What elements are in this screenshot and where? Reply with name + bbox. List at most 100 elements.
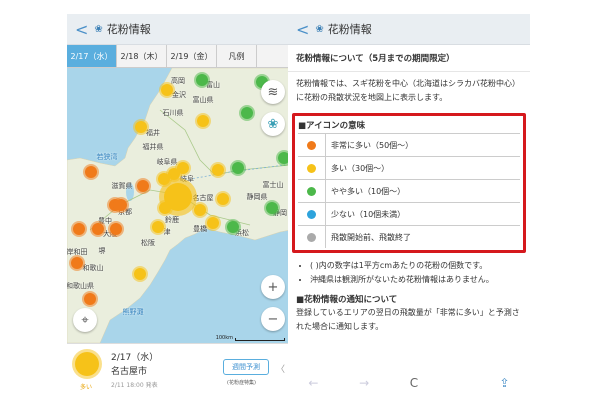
- map-label: 福井: [146, 129, 160, 137]
- legend-row: 非常に多い（50個〜）: [298, 133, 520, 156]
- notify-text: 登録しているエリアの翌日の飛散量が「非常に多い」と予測された場合に通知します。: [296, 308, 520, 331]
- info-date: 2/17（水）: [111, 353, 159, 363]
- pollen-marker[interactable]: [196, 74, 208, 86]
- pollen-marker[interactable]: [134, 268, 146, 280]
- browser-nav: ← → C ⇪: [288, 376, 530, 390]
- legend-icon-cell: [298, 180, 326, 202]
- pollen-level-icon: [307, 232, 316, 242]
- back-arrow-icon[interactable]: ←: [308, 376, 318, 390]
- side-panel-toggle[interactable]: 〈: [276, 362, 285, 375]
- notes-list: ( )内の数字は1平方cmあたりの花粉の個数です。 沖縄県は観測所がないため花粉…: [288, 253, 530, 287]
- map-scale: 100km: [216, 335, 285, 341]
- pollen-marker[interactable]: [137, 180, 149, 192]
- pollen-logo-icon: ❀: [94, 23, 103, 35]
- pollen-marker[interactable]: [161, 84, 173, 96]
- pollen-level-icon: [307, 163, 316, 173]
- pollen-marker[interactable]: [241, 107, 253, 119]
- header: < ❀ 花粉情報: [288, 14, 530, 45]
- pollen-marker[interactable]: [135, 121, 147, 133]
- pollen-marker[interactable]: [158, 173, 170, 185]
- pollen-marker[interactable]: [217, 193, 229, 205]
- forward-arrow-icon[interactable]: →: [359, 376, 369, 390]
- reload-icon[interactable]: C: [410, 376, 418, 390]
- map-label: 福井県: [142, 143, 164, 151]
- header: < ❀ 花粉情報: [67, 14, 289, 45]
- map-label: 津: [163, 228, 171, 236]
- notify-heading: ■花粉情報の通知について: [296, 295, 398, 305]
- pollen-level: 多い: [80, 384, 93, 391]
- tab-2-19[interactable]: 2/19（金）: [167, 45, 217, 67]
- map-label: 岐阜県: [156, 158, 178, 166]
- zoom-in-button[interactable]: +: [261, 275, 285, 299]
- share-icon[interactable]: ⇪: [500, 376, 510, 390]
- legend-row: 多い（30個〜）: [298, 156, 520, 179]
- map-label: 岸和田: [67, 248, 88, 256]
- pollen-marker[interactable]: [207, 217, 219, 229]
- icon-legend: ■アイコンの意味 非常に多い（50個〜） 多い（30個〜） やや多い（10個〜） 少な…: [292, 113, 526, 253]
- pollen-level-icon: [307, 140, 316, 150]
- note: 沖縄県は観測所がないため花粉情報はありません。: [310, 273, 522, 287]
- map-label: 和歌山県: [67, 282, 94, 290]
- map-label: 滋賀県: [111, 182, 133, 190]
- pollen-map[interactable]: 高岡 富山 金沢 富山県 石川県 福井 福井県 若狭湾 岐阜県 岐阜 滋賀県 名古屋 富士山 静岡県 京都静…: [67, 68, 289, 343]
- map-label: 堺: [98, 247, 106, 255]
- pollen-marker[interactable]: [197, 115, 209, 127]
- pollen-level-icon: [307, 186, 316, 196]
- layers-button[interactable]: ≋: [261, 80, 285, 104]
- pollen-marker[interactable]: [73, 223, 85, 235]
- pollen-marker[interactable]: [110, 223, 122, 235]
- map-screen: < ❀ 花粉情報 2/17（水） 2/18（木） 2/19（金） 凡例 高岡富山…: [67, 14, 289, 396]
- published-time: 2/11 18:00 発表: [111, 382, 158, 389]
- map-label: 鈴鹿: [165, 216, 179, 224]
- pollen-marker[interactable]: [71, 257, 83, 269]
- intro-text: 花粉情報では、スギ花粉を中心（北海道はシラカバ花粉中心）に花粉の飛散状況を地図上…: [296, 79, 520, 102]
- info-screen: < ❀ 花粉情報 花粉情報について（5月までの期間限定） 花粉情報では、スギ花粉…: [288, 14, 530, 396]
- note: ( )内の数字は1平方cmあたりの花粉の個数です。: [310, 259, 522, 273]
- pollen-toggle-button[interactable]: ❀: [261, 112, 285, 136]
- pollen-marker[interactable]: [232, 162, 244, 174]
- weekly-sub: (花粉症特集): [227, 380, 256, 386]
- crosshair-icon: ⌖: [81, 312, 89, 328]
- pollen-marker[interactable]: [194, 204, 206, 216]
- pollen-icon: ❀: [267, 116, 279, 132]
- pollen-marker[interactable]: [92, 223, 104, 235]
- pollen-marker[interactable]: [212, 164, 224, 176]
- legend-icon-cell: [298, 134, 326, 156]
- back-button[interactable]: <: [75, 20, 88, 39]
- legend-icon-cell: [298, 157, 326, 179]
- map-label: 富士山: [262, 181, 284, 189]
- legend-label: 飛散開始前、飛散終了: [331, 232, 411, 242]
- map-label: 名古屋: [192, 194, 214, 202]
- zoom-out-button[interactable]: −: [261, 307, 285, 331]
- pollen-marker[interactable]: [85, 166, 97, 178]
- back-button[interactable]: <: [296, 20, 309, 39]
- pollen-marker[interactable]: [164, 183, 192, 211]
- legend-row: 少ない（10個未満）: [298, 202, 520, 225]
- pollen-marker[interactable]: [115, 199, 127, 211]
- pollen-logo-icon: ❀: [315, 23, 324, 35]
- tab-2-18[interactable]: 2/18（木）: [117, 45, 167, 67]
- tab-2-17[interactable]: 2/17（水）: [67, 45, 117, 67]
- pollen-marker[interactable]: [152, 221, 164, 233]
- legend-label: 多い（30個〜）: [331, 163, 390, 173]
- map-label: 金沢: [172, 91, 186, 99]
- legend-label: 非常に多い（50個〜）: [331, 140, 414, 150]
- map-label: 若狭湾: [96, 153, 118, 161]
- map-label: 松阪: [141, 239, 155, 247]
- pollen-marker[interactable]: [84, 293, 96, 305]
- map-label: 富山: [206, 81, 220, 89]
- legend-icon-cell: [298, 203, 326, 225]
- page-title: 花粉情報について（5月までの期間限定）: [288, 45, 530, 72]
- pollen-marker[interactable]: [227, 221, 239, 233]
- location-info: 多い 2/17（水） 名古屋市 2/11 18:00 発表 週間予測 (花粉症特…: [67, 343, 289, 396]
- tab-legend[interactable]: 凡例: [217, 45, 257, 67]
- scale-label: 100km: [215, 335, 233, 341]
- locate-button[interactable]: ⌖: [73, 308, 97, 332]
- legend-row: やや多い（10個〜）: [298, 179, 520, 202]
- map-label: 高岡: [171, 77, 185, 85]
- map-label: 豊橋: [193, 225, 207, 233]
- legend-row: 飛散開始前、飛散終了: [298, 225, 520, 248]
- weekly-forecast-button[interactable]: 週間予測: [223, 359, 269, 375]
- map-label: 静岡県: [246, 193, 268, 201]
- pollen-marker[interactable]: [266, 202, 278, 214]
